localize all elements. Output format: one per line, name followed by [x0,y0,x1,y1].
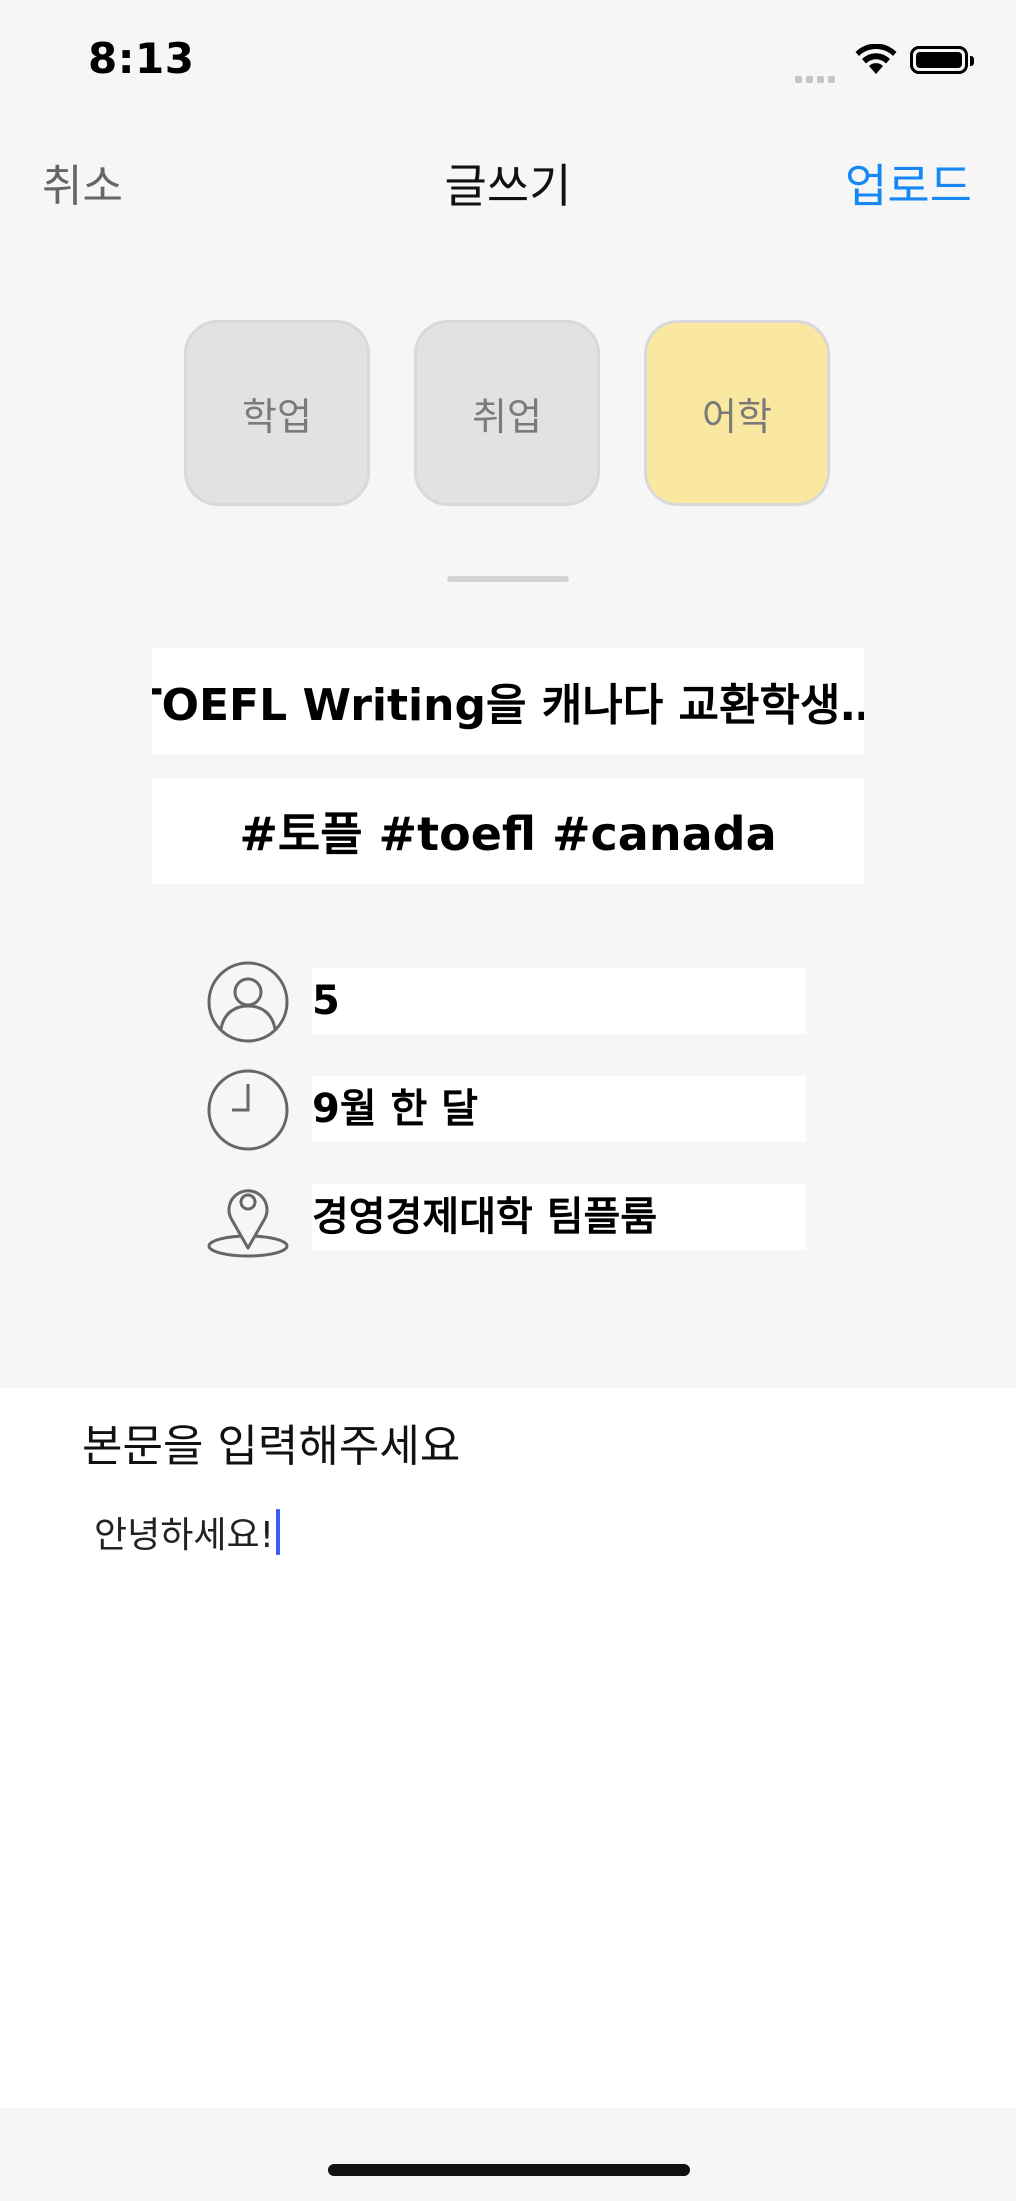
battery-icon [910,46,974,74]
category-language-button[interactable]: 어학 [644,320,830,506]
navigation-bar: 취소 글쓰기 업로드 [0,140,1016,220]
section-divider [447,576,569,582]
category-academic-button[interactable]: 학업 [184,320,370,506]
title-field[interactable]: TOEFL Writing을 캐나다 교환학생… [152,648,864,754]
period-row: 9월 한 달 [206,1068,806,1151]
members-field[interactable]: 5 [312,968,806,1034]
status-time: 8:13 [88,34,195,83]
tags-text: #토플 #toefl #canada [239,807,777,861]
location-row: 경영경제대학 팀플룸 [206,1176,806,1258]
category-label: 어학 [702,394,772,439]
cellular-signal-icon [795,68,839,87]
wifi-icon [855,44,897,74]
text-cursor [276,1509,281,1555]
title-text: TOEFL Writing을 캐나다 교환학생… [152,680,864,731]
location-field[interactable]: 경영경제대학 팀플룸 [312,1184,806,1250]
members-row: 5 [206,960,806,1043]
period-field[interactable]: 9월 한 달 [312,1076,806,1142]
body-text: 안녕하세요! [94,1515,275,1556]
status-bar: 8:13 [0,0,1016,120]
person-icon [207,961,289,1043]
category-label: 학업 [242,394,312,439]
body-text-input[interactable]: 안녕하세요! [94,1506,281,1558]
category-employment-button[interactable]: 취업 [414,320,600,506]
location-pin-icon [207,1189,289,1258]
category-label: 취업 [472,394,542,439]
clock-icon [207,1069,289,1151]
body-editor[interactable]: 본문을 입력해주세요 안녕하세요! [0,1388,1016,2108]
upload-button[interactable]: 업로드 [845,150,972,216]
home-indicator[interactable] [328,2164,690,2176]
tags-field[interactable]: #토플 #toefl #canada [152,778,864,884]
body-label: 본문을 입력해주세요 [82,1421,461,1472]
